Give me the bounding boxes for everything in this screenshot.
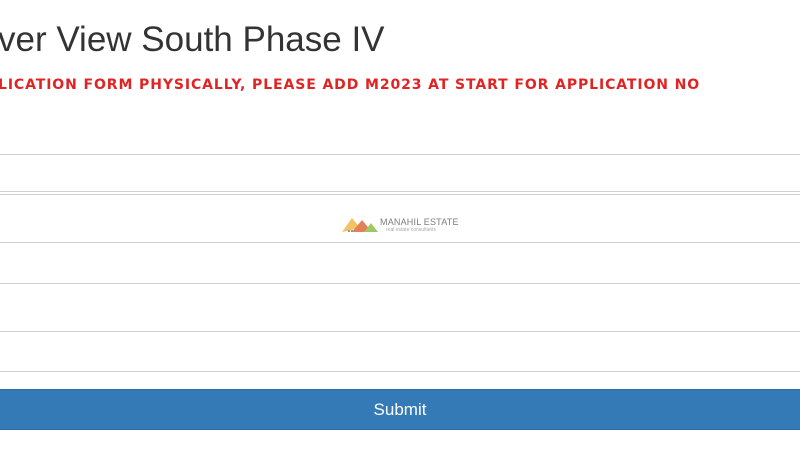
form-field-3[interactable] bbox=[0, 242, 800, 284]
form-input-1[interactable] bbox=[0, 155, 800, 191]
form-field-4[interactable] bbox=[0, 283, 800, 332]
manahil-estate-watermark: MANAHIL ESTATE real estate consultants bbox=[340, 214, 465, 236]
submit-button[interactable]: Submit bbox=[0, 389, 800, 430]
application-page: ver View South Phase IV LICATION FORM PH… bbox=[0, 0, 800, 450]
watermark-name: MANAHIL ESTATE bbox=[380, 217, 459, 227]
form-input-5[interactable] bbox=[0, 332, 800, 371]
form-field-1[interactable] bbox=[0, 154, 800, 192]
form-input-4[interactable] bbox=[0, 284, 800, 331]
form-field-5[interactable] bbox=[0, 331, 800, 372]
application-notice: LICATION FORM PHYSICALLY, PLEASE ADD M20… bbox=[0, 77, 701, 93]
page-title: ver View South Phase IV bbox=[0, 20, 385, 59]
mountain-logo-icon bbox=[342, 218, 378, 232]
watermark-tagline: real estate consultants bbox=[386, 227, 437, 233]
form-input-3[interactable] bbox=[0, 243, 800, 283]
